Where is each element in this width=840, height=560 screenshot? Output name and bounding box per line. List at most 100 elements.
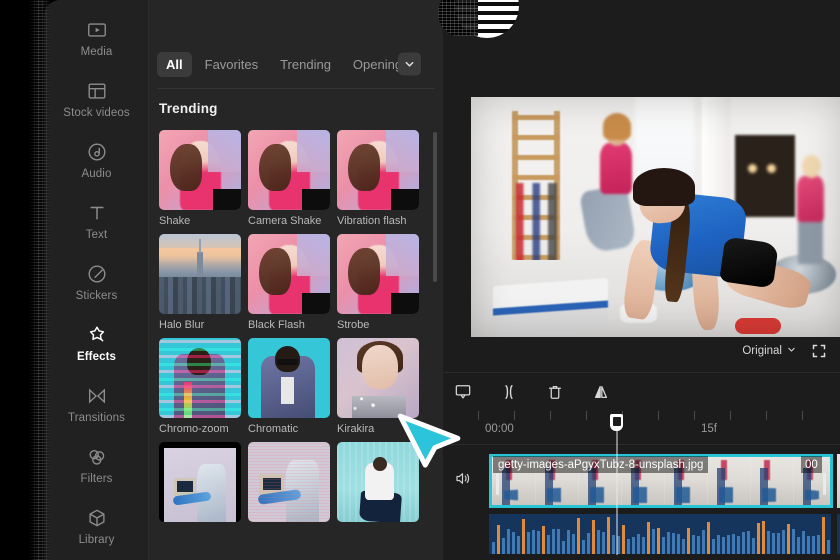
- marker-icon[interactable]: [453, 382, 473, 402]
- effect-card-kirakira[interactable]: Kirakira: [337, 338, 419, 435]
- panel-divider: [157, 88, 435, 89]
- ruler-label-15f: 15f: [701, 423, 717, 435]
- sidebar-item-stickers[interactable]: Stickers: [44, 252, 149, 313]
- waveform-bar: [642, 536, 645, 554]
- trim-brackets-icon[interactable]: [499, 382, 519, 402]
- timeline-ruler[interactable]: 00:00 15f: [443, 411, 840, 445]
- effect-card-camera-shake[interactable]: Camera Shake: [248, 130, 330, 227]
- mirror-flip-icon[interactable]: [591, 382, 611, 402]
- waveform-bar: [812, 536, 815, 554]
- stock-videos-icon: [86, 80, 108, 102]
- chevron-down-icon[interactable]: [398, 52, 421, 76]
- clip-title: getty-images-aPgyxTubz-8-unsplash.jpg: [493, 456, 709, 473]
- sidebar-item-transitions[interactable]: Transitions: [44, 374, 149, 435]
- waveform-bar: [712, 539, 715, 554]
- waveform-bar: [792, 529, 795, 554]
- waveform-bar: [647, 521, 650, 554]
- waveform-bar: [597, 530, 600, 554]
- waveform-bar: [552, 529, 555, 554]
- playhead-handle[interactable]: [610, 414, 623, 431]
- effect-card-dance[interactable]: [337, 442, 419, 527]
- waveform-bar: [542, 525, 545, 554]
- speaker-icon[interactable]: [453, 469, 472, 488]
- sidebar-item-library[interactable]: Library: [44, 496, 149, 557]
- section-title: Trending: [159, 101, 218, 116]
- sidebar-item-effects[interactable]: Effects: [44, 313, 149, 374]
- effect-card-halo-blur[interactable]: Halo Blur: [159, 234, 241, 331]
- waveform-bar: [567, 529, 570, 554]
- tab-trending[interactable]: Trending: [271, 52, 340, 77]
- waveform-bar: [742, 532, 745, 554]
- clip-trim-handle-right[interactable]: [823, 473, 826, 495]
- effect-card-strobe[interactable]: Strobe: [337, 234, 419, 331]
- sidebar-item-filters[interactable]: Filters: [44, 435, 149, 496]
- quality-label: Original: [742, 345, 782, 357]
- audio-waveform[interactable]: [489, 514, 831, 554]
- waveform-bar: [677, 534, 680, 554]
- waveform-bar: [627, 539, 630, 554]
- waveform-bar: [577, 518, 580, 554]
- clip-trim-handle-left[interactable]: [496, 473, 499, 495]
- waveform-bar: [512, 532, 515, 554]
- effect-thumbnail: [337, 338, 419, 419]
- waveform-bar: [622, 524, 625, 554]
- effect-thumbnail: [248, 338, 330, 419]
- sidebar-item-media[interactable]: Media: [44, 8, 149, 69]
- video-editor-window: Media Stock videos Audio Text Stickers E…: [0, 0, 840, 560]
- effect-label: Halo Blur: [159, 319, 205, 332]
- panel-scrollbar[interactable]: [433, 132, 437, 282]
- waveform-bar: [797, 537, 800, 554]
- clip-duration: 00: [801, 456, 822, 473]
- effect-label: Black Flash: [248, 319, 305, 332]
- main-area: Original 00:00 15f getty-images-aPgyxTub…: [443, 0, 840, 560]
- waveform-bar: [722, 536, 725, 554]
- waveform-bar: [727, 535, 730, 554]
- tab-all[interactable]: All: [157, 51, 192, 77]
- waveform-bar: [687, 528, 690, 554]
- waveform-bar: [787, 523, 790, 554]
- effects-icon: [86, 324, 108, 346]
- tab-favorites[interactable]: Favorites: [196, 52, 267, 77]
- effect-label: Chromatic: [248, 423, 299, 436]
- quality-dropdown[interactable]: Original: [742, 345, 796, 357]
- waveform-bar: [672, 532, 675, 554]
- effect-card-vibration-flash[interactable]: Vibration flash: [337, 130, 419, 227]
- sidebar-item-text[interactable]: Text: [44, 191, 149, 252]
- effect-card-shake[interactable]: Shake: [159, 130, 241, 227]
- effect-thumbnail: [159, 234, 241, 315]
- sidebar-item-audio[interactable]: Audio: [44, 130, 149, 191]
- sidebar-item-label: Library: [78, 533, 115, 546]
- effect-thumbnail: [337, 234, 419, 315]
- waveform-bar: [592, 519, 595, 554]
- trash-icon[interactable]: [545, 382, 565, 402]
- waveform-bar: [772, 532, 775, 554]
- sidebar-item-label: Filters: [80, 472, 113, 485]
- preview-controls: Original: [742, 344, 826, 358]
- text-icon: [86, 202, 108, 224]
- waveform-bar: [702, 530, 705, 554]
- sidebar-item-label: Media: [80, 45, 113, 58]
- effect-thumbnail: [248, 442, 330, 523]
- effect-card-black-flash[interactable]: Black Flash: [248, 234, 330, 331]
- waveform-bar: [737, 536, 740, 554]
- waveform-bar: [617, 535, 620, 554]
- effect-card-chromo-zoom[interactable]: Chromo-zoom: [159, 338, 241, 435]
- effect-card-chromatic[interactable]: Chromatic: [248, 338, 330, 435]
- sidebar-item-label: Audio: [81, 167, 112, 180]
- sidebar-item-label: Text: [85, 228, 108, 241]
- waveform-bar: [537, 530, 540, 554]
- tab-opening[interactable]: Opening &: [344, 52, 406, 77]
- effect-card-retro-framed[interactable]: [159, 442, 241, 527]
- effects-panel: All Favorites Trending Opening & Trendin…: [149, 0, 443, 560]
- waveform-bar: [652, 528, 655, 554]
- fullscreen-icon[interactable]: [812, 344, 826, 358]
- sidebar-item-label: Stock videos: [63, 106, 130, 119]
- waveform-bar: [527, 532, 530, 554]
- effect-thumbnail: [159, 442, 241, 523]
- video-preview[interactable]: [471, 97, 840, 337]
- sidebar-item-stock-videos[interactable]: Stock videos: [44, 69, 149, 130]
- waveform-bar: [612, 535, 615, 554]
- effect-card-retro-gray[interactable]: [248, 442, 330, 527]
- filters-icon: [86, 446, 108, 468]
- preview-frame-image: [471, 97, 840, 337]
